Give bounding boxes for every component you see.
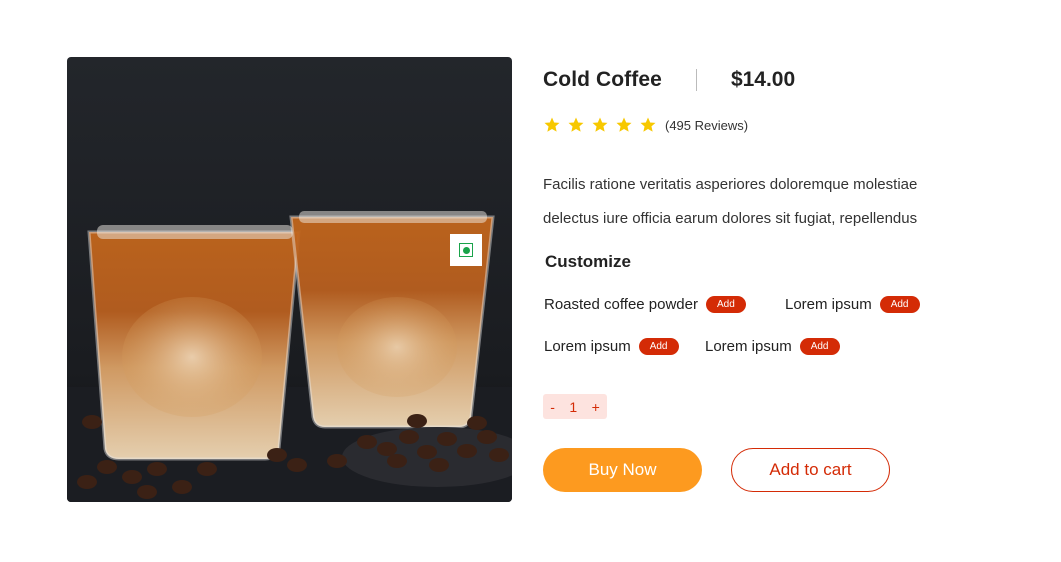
decrement-button[interactable]: - <box>550 399 555 415</box>
quantity-stepper: - 1 + <box>543 394 607 419</box>
title-divider <box>695 69 697 91</box>
star-icon <box>544 117 560 132</box>
add-option-button[interactable]: Add <box>879 296 920 313</box>
add-option-button[interactable]: Add <box>706 296 746 313</box>
option-label: Roasted coffee powder <box>544 296 698 313</box>
customize-option: Lorem ipsum Add <box>785 296 920 313</box>
veg-indicator-icon <box>450 234 482 266</box>
add-option-button[interactable]: Add <box>799 338 840 355</box>
description-line: Facilis ratione veritatis asperiores dol… <box>543 176 918 193</box>
star-icon <box>616 117 632 132</box>
customize-heading: Customize <box>545 252 631 271</box>
option-label: Lorem ipsum <box>544 338 631 355</box>
quantity-value: 1 <box>569 398 578 415</box>
description-line: delectus iure officia earum dolores sit … <box>543 210 918 227</box>
rating-row: (495 Reviews) <box>543 116 748 134</box>
product-description: Facilis ratione veritatis asperiores dol… <box>543 168 983 236</box>
star-icon <box>568 117 584 132</box>
product-price: $14.00 <box>730 68 796 91</box>
option-label: Lorem ipsum <box>705 338 792 355</box>
add-to-cart-button[interactable]: Add to cart <box>731 448 890 492</box>
option-label: Lorem ipsum <box>785 296 872 313</box>
star-icon <box>640 117 656 132</box>
review-count[interactable]: (495 Reviews) <box>665 118 748 133</box>
add-option-button[interactable]: Add <box>638 338 679 355</box>
customize-option: Roasted coffee powder Add <box>544 296 746 313</box>
customize-option: Lorem ipsum Add <box>544 338 679 355</box>
increment-button[interactable]: + <box>592 399 600 415</box>
customize-option: Lorem ipsum Add <box>705 338 840 355</box>
product-image <box>67 57 512 502</box>
product-title: Cold Coffee <box>543 68 662 91</box>
buy-now-button[interactable]: Buy Now <box>543 448 702 492</box>
title-row: Cold Coffee $14.00 <box>543 68 795 92</box>
star-icon <box>592 117 608 132</box>
